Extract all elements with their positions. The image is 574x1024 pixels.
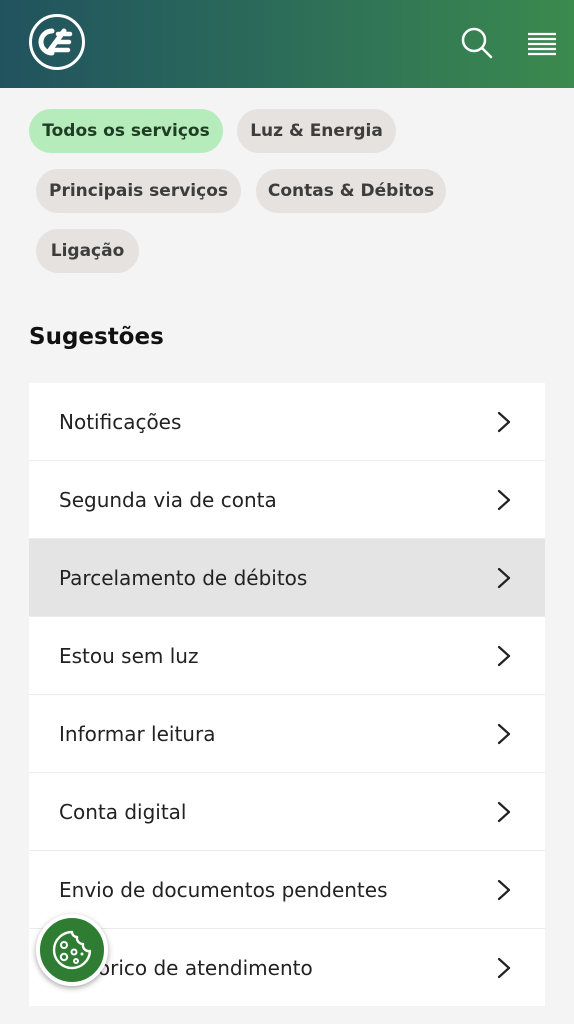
filter-chip-contas-debitos[interactable]: Contas & Débitos <box>256 169 446 213</box>
list-item-parcelamento[interactable]: Parcelamento de débitos <box>29 539 545 617</box>
chevron-right-icon <box>497 879 511 901</box>
section-title: Sugestões <box>29 324 164 350</box>
chevron-right-icon <box>497 801 511 823</box>
cookie-icon <box>52 930 92 970</box>
list-item-label: Notificações <box>59 409 182 434</box>
chevron-right-icon <box>497 489 511 511</box>
chevron-right-icon <box>497 957 511 979</box>
list-item-segunda-via[interactable]: Segunda via de conta <box>29 461 545 539</box>
chevron-right-icon <box>497 645 511 667</box>
search-icon[interactable] <box>458 24 496 62</box>
list-item-label: Informar leitura <box>59 721 216 746</box>
list-item-label: Conta digital <box>59 799 187 824</box>
chevron-right-icon <box>497 567 511 589</box>
list-item-label: Envio de documentos pendentes <box>59 877 388 902</box>
hamburger-menu-icon[interactable] <box>526 28 558 60</box>
filter-chip-todos-os-servicos[interactable]: Todos os serviços <box>29 109 223 153</box>
filter-chip-principais-servicos[interactable]: Principais serviços <box>36 169 241 213</box>
list-item-sem-luz[interactable]: Estou sem luz <box>29 617 545 695</box>
top-bar <box>0 0 574 88</box>
list-item-label: Parcelamento de débitos <box>59 565 308 590</box>
brand-logo-icon[interactable] <box>29 14 85 70</box>
suggestions-list: Notificações Segunda via de conta Parcel… <box>29 383 545 1006</box>
list-item-label: Estou sem luz <box>59 643 199 668</box>
list-item-conta-digital[interactable]: Conta digital <box>29 773 545 851</box>
filter-chip-ligacao[interactable]: Ligação <box>36 229 139 273</box>
cookie-settings-button[interactable] <box>36 914 108 986</box>
list-item-informar-leitura[interactable]: Informar leitura <box>29 695 545 773</box>
chevron-right-icon <box>497 723 511 745</box>
list-item-label: Segunda via de conta <box>59 487 277 512</box>
list-item-notificacoes[interactable]: Notificações <box>29 383 545 461</box>
chevron-right-icon <box>497 411 511 433</box>
filter-chip-luz-energia[interactable]: Luz & Energia <box>237 109 396 153</box>
list-item-envio-documentos[interactable]: Envio de documentos pendentes <box>29 851 545 929</box>
